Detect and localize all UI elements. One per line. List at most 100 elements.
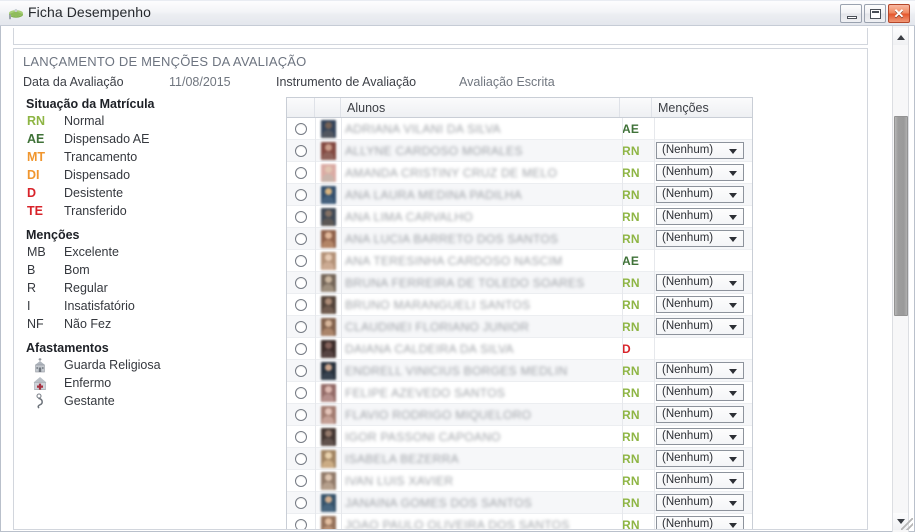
table-row[interactable]: ENDRELL VINICIUS BORGES MEDLIN RN (Nenhum)	[287, 360, 752, 382]
table-row[interactable]: ANA LIMA CARVALHO RN (Nenhum)	[287, 206, 752, 228]
mencao-dropdown[interactable]: (Nenhum)	[656, 186, 744, 203]
row-select-cell[interactable]	[287, 272, 315, 294]
row-select-cell[interactable]	[287, 140, 315, 162]
mencao-dropdown[interactable]: (Nenhum)	[656, 142, 744, 159]
row-radio-button[interactable]	[295, 474, 307, 487]
table-row[interactable]: ISABELA BEZERRA RN (Nenhum)	[287, 448, 752, 470]
student-name-cell: BRUNO MARANGUELI SANTOS	[341, 294, 620, 316]
row-radio-button[interactable]	[295, 364, 307, 377]
pregnant-icon	[31, 393, 49, 409]
row-radio-button[interactable]	[295, 122, 307, 135]
legend-label: Não Fez	[64, 317, 112, 331]
table-row[interactable]: ANA TERESINHA CARDOSO NASCIM AE	[287, 250, 752, 272]
window-controls: ✕	[840, 4, 910, 23]
mencao-dropdown[interactable]: (Nenhum)	[656, 384, 744, 401]
row-select-cell[interactable]	[287, 382, 315, 404]
student-name: AMANDA CRISTINY CRUZ DE MELO	[345, 165, 558, 180]
table-row[interactable]: AMANDA CRISTINY CRUZ DE MELO RN (Nenhum)	[287, 162, 752, 184]
legend-mencoes-title: Menções	[26, 228, 80, 242]
column-header-mencoes[interactable]: Menções	[652, 98, 752, 117]
legend-label: Insatisfatório	[64, 299, 135, 313]
row-radio-button[interactable]	[295, 232, 307, 245]
row-select-cell[interactable]	[287, 118, 315, 140]
row-select-cell[interactable]	[287, 250, 315, 272]
chevron-down-icon	[729, 325, 737, 330]
maximize-button[interactable]	[864, 4, 886, 23]
row-radio-button[interactable]	[295, 496, 307, 509]
row-select-cell[interactable]	[287, 184, 315, 206]
avatar	[320, 295, 336, 314]
table-row[interactable]: BRUNO MARANGUELI SANTOS RN (Nenhum)	[287, 294, 752, 316]
resize-grip[interactable]	[901, 518, 913, 530]
table-row[interactable]: DAIANA CALDEIRA DA SILVA D	[287, 338, 752, 360]
table-row[interactable]: ANA LAURA MEDINA PADILHA RN (Nenhum)	[287, 184, 752, 206]
row-radio-button[interactable]	[295, 386, 307, 399]
mencao-dropdown[interactable]: (Nenhum)	[656, 450, 744, 467]
scroll-up-button[interactable]	[893, 28, 908, 45]
legend-label: Dispensado	[64, 168, 131, 182]
mencao-dropdown[interactable]: (Nenhum)	[656, 428, 744, 445]
mencao-dropdown[interactable]: (Nenhum)	[656, 494, 744, 511]
table-row[interactable]: BRUNA FERREIRA DE TOLEDO SOARES RN (Nenhum…	[287, 272, 752, 294]
row-radio-button[interactable]	[295, 342, 307, 355]
row-radio-button[interactable]	[295, 298, 307, 311]
row-select-cell[interactable]	[287, 360, 315, 382]
row-select-cell[interactable]	[287, 228, 315, 250]
vertical-scrollbar[interactable]	[892, 26, 909, 532]
row-select-cell[interactable]	[287, 492, 315, 514]
row-radio-button[interactable]	[295, 210, 307, 223]
row-radio-button[interactable]	[295, 188, 307, 201]
mencao-dropdown[interactable]: (Nenhum)	[656, 406, 744, 423]
row-select-cell[interactable]	[287, 470, 315, 492]
mencao-dropdown[interactable]: (Nenhum)	[656, 318, 744, 335]
table-row[interactable]: IGOR PASSONI CAPOANO RN (Nenhum)	[287, 426, 752, 448]
row-radio-button[interactable]	[295, 144, 307, 157]
legend-situacao-title: Situação da Matrícula	[26, 97, 155, 111]
row-radio-button[interactable]	[295, 166, 307, 179]
mencao-dropdown[interactable]: (Nenhum)	[656, 230, 744, 247]
mencao-dropdown[interactable]: (Nenhum)	[656, 164, 744, 181]
row-select-cell[interactable]	[287, 294, 315, 316]
table-row[interactable]: FLAVIO RODRIGO MIQUELORO RN (Nenhum)	[287, 404, 752, 426]
row-radio-button[interactable]	[295, 320, 307, 333]
mencao-cell: (Nenhum)	[652, 316, 752, 338]
enrollment-status-cell: RN	[620, 448, 652, 470]
row-select-cell[interactable]	[287, 448, 315, 470]
evaluation-instrument-label: Instrumento de Avaliação	[276, 75, 417, 89]
scrollbar-thumb[interactable]	[894, 116, 908, 316]
avatar	[320, 471, 336, 490]
row-radio-button[interactable]	[295, 518, 307, 529]
enrollment-status-cell: RN	[620, 162, 652, 184]
row-radio-button[interactable]	[295, 430, 307, 443]
table-row[interactable]: FELIPE AZEVEDO SANTOS RN (Nenhum)	[287, 382, 752, 404]
mencao-dropdown[interactable]: (Nenhum)	[656, 274, 744, 291]
mencao-dropdown[interactable]: (Nenhum)	[656, 516, 744, 529]
mencao-dropdown[interactable]: (Nenhum)	[656, 208, 744, 225]
row-radio-button[interactable]	[295, 408, 307, 421]
row-select-cell[interactable]	[287, 426, 315, 448]
mencao-dropdown[interactable]: (Nenhum)	[656, 362, 744, 379]
row-select-cell[interactable]	[287, 206, 315, 228]
table-row[interactable]: ADRIANA VILANI DA SILVA AE	[287, 118, 752, 140]
legend-label: Enfermo	[64, 376, 112, 390]
table-row[interactable]: ANA LUCIA BARRETO DOS SANTOS RN (Nenhum)	[287, 228, 752, 250]
column-header-alunos[interactable]: Alunos	[341, 98, 620, 117]
row-radio-button[interactable]	[295, 254, 307, 267]
table-row[interactable]: IVAN LUIS XAVIER RN (Nenhum)	[287, 470, 752, 492]
row-select-cell[interactable]	[287, 514, 315, 529]
close-button[interactable]: ✕	[888, 4, 910, 23]
minimize-button[interactable]	[840, 4, 862, 23]
row-select-cell[interactable]	[287, 404, 315, 426]
table-row[interactable]: JANAINA GOMES DOS SANTOS RN (Nenhum)	[287, 492, 752, 514]
row-select-cell[interactable]	[287, 338, 315, 360]
row-select-cell[interactable]	[287, 162, 315, 184]
table-row[interactable]: JOAO PAULO OLIVEIRA DOS SANTOS RN (Nenhum)	[287, 514, 752, 529]
row-radio-button[interactable]	[295, 452, 307, 465]
mencao-dropdown[interactable]: (Nenhum)	[656, 472, 744, 489]
table-row[interactable]: ALLYNE CARDOSO MORALES RN (Nenhum)	[287, 140, 752, 162]
row-radio-button[interactable]	[295, 276, 307, 289]
table-row[interactable]: CLAUDINEI FLORIANO JUNIOR RN (Nenhum)	[287, 316, 752, 338]
enrollment-status-cell: AE	[620, 250, 652, 272]
row-select-cell[interactable]	[287, 316, 315, 338]
mencao-dropdown[interactable]: (Nenhum)	[656, 296, 744, 313]
